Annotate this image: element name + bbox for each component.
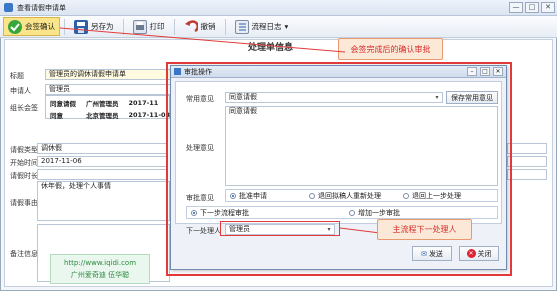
callout-arrows <box>59 27 381 234</box>
callout-next-handler: 主流程下一处理人 <box>377 219 472 240</box>
